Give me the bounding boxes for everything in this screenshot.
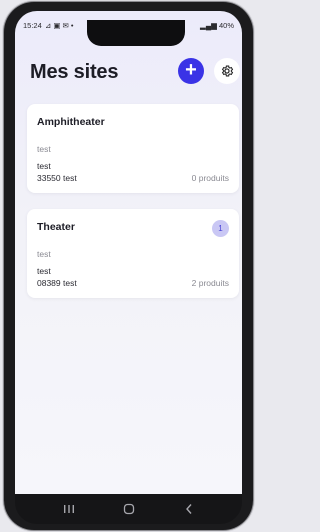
recent-apps-icon <box>64 505 74 513</box>
home-button[interactable] <box>119 501 139 517</box>
site-card-theater[interactable]: Theater 1 test test 08389 test 2 produit… <box>27 209 239 298</box>
settings-button[interactable] <box>214 58 240 84</box>
site-name: Theater <box>37 221 75 233</box>
page-header: Mes sites + <box>15 55 242 95</box>
back-icon <box>186 504 192 514</box>
home-icon <box>123 503 135 515</box>
site-card-amphitheater[interactable]: Amphitheater test test 33550 test 0 prod… <box>27 104 239 193</box>
app-screen: 15:24 ⊿ ▣ ✉ • ▂▄▆ 40% Mes sites + Amphit… <box>15 11 242 494</box>
site-name: Amphitheater <box>37 116 105 128</box>
plus-icon: + <box>185 59 197 81</box>
site-address: test <box>37 161 51 171</box>
recent-apps-button[interactable] <box>59 501 79 517</box>
gear-icon <box>221 65 234 77</box>
status-right: ▂▄▆ 40% <box>200 21 234 30</box>
site-product-count: 0 produits <box>191 173 229 183</box>
site-address: test <box>37 266 51 276</box>
signal-icon: ▂▄▆ <box>200 21 219 30</box>
page-title: Mes sites <box>30 61 119 83</box>
notification-badge: 1 <box>212 220 229 237</box>
add-site-button[interactable]: + <box>178 58 204 84</box>
battery-level: 40% <box>218 21 234 30</box>
phone-frame: 15:24 ⊿ ▣ ✉ • ▂▄▆ 40% Mes sites + Amphit… <box>4 2 253 530</box>
site-postcode-city: 08389 test <box>37 278 77 288</box>
system-nav-bar <box>15 494 242 524</box>
status-left-icons: ⊿ ▣ ✉ • <box>45 21 74 30</box>
site-postcode-city: 33550 test <box>37 173 77 183</box>
site-subtitle: test <box>37 249 51 259</box>
back-button[interactable] <box>179 501 199 517</box>
site-subtitle: test <box>37 144 51 154</box>
site-product-count: 2 produits <box>191 278 229 288</box>
camera-notch <box>87 20 185 46</box>
status-time: 15:24 <box>23 21 42 30</box>
